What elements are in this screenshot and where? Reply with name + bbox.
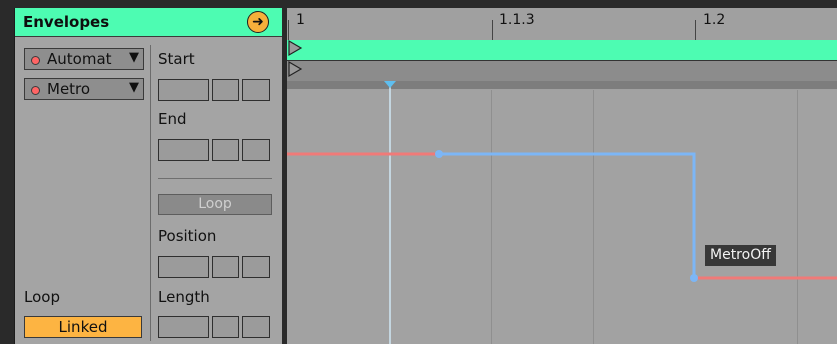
position-sixteenth-field[interactable]	[242, 256, 270, 278]
start-field[interactable]	[158, 79, 273, 101]
length-bar-field[interactable]	[158, 316, 209, 338]
end-bar-field[interactable]	[158, 139, 209, 161]
end-label: End	[158, 110, 187, 128]
end-beat-field[interactable]	[212, 139, 239, 161]
start-beat-field[interactable]	[212, 79, 239, 101]
envelope-segment-active[interactable]	[439, 152, 696, 278]
length-field[interactable]	[158, 316, 273, 338]
panel-header: Envelopes ➜	[15, 8, 282, 37]
position-beat-field[interactable]	[212, 256, 239, 278]
playhead-marker-icon[interactable]	[384, 81, 396, 88]
envelope-editor[interactable]: 1 1.1.3 1.2 MetroOff	[287, 8, 837, 344]
loop-label: Loop	[24, 288, 60, 306]
device-chooser-value: Automat	[47, 50, 112, 68]
envelope-breakpoint[interactable]	[435, 150, 443, 158]
linked-button[interactable]: Linked	[24, 316, 142, 338]
control-chooser[interactable]: Metro ▼	[24, 78, 144, 100]
end-field[interactable]	[158, 139, 273, 161]
record-dot-icon	[31, 56, 40, 65]
length-sixteenth-field[interactable]	[242, 316, 270, 338]
end-sixteenth-field[interactable]	[242, 139, 270, 161]
device-chooser[interactable]: Automat ▼	[24, 48, 144, 70]
panel-title: Envelopes	[23, 13, 110, 31]
start-sixteenth-field[interactable]	[242, 79, 270, 101]
control-chooser-value: Metro	[47, 80, 91, 98]
envelope-breakpoint[interactable]	[690, 274, 698, 282]
position-label: Position	[158, 227, 217, 245]
length-beat-field[interactable]	[212, 316, 239, 338]
loop-start-marker-icon[interactable]	[288, 39, 303, 57]
envelope-overlay	[287, 39, 837, 344]
position-bar-field[interactable]	[158, 256, 209, 278]
clip-envelope-panel: Envelopes ➜ Automat ▼ Metro ▼ Start End …	[14, 8, 282, 344]
loop-end-marker-icon[interactable]	[288, 60, 303, 78]
chevron-down-icon: ▼	[129, 80, 139, 95]
start-bar-field[interactable]	[158, 79, 209, 101]
record-dot-icon	[31, 86, 40, 95]
loop-button[interactable]: Loop	[158, 194, 272, 215]
separator	[158, 178, 272, 179]
arrow-right-icon[interactable]: ➜	[247, 11, 269, 33]
length-label: Length	[158, 288, 210, 306]
position-field[interactable]	[158, 256, 273, 278]
envelope-value-tooltip: MetroOff	[705, 245, 776, 266]
start-label: Start	[158, 50, 195, 68]
panel-divider	[150, 45, 151, 341]
chevron-down-icon: ▼	[129, 50, 139, 65]
